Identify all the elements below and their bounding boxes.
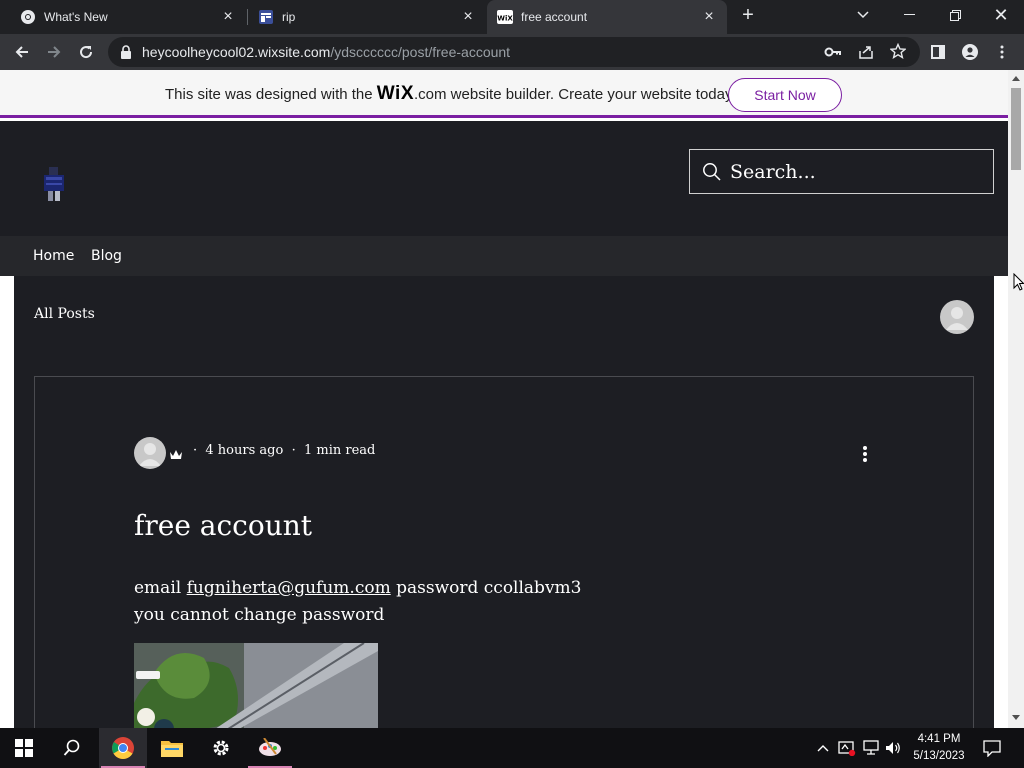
chevron-down-icon[interactable] [841,0,885,30]
close-tab-icon[interactable]: × [220,9,236,25]
close-window-button[interactable]: ✕ [979,0,1023,30]
address-bar[interactable]: heycoolheycool02.wixsite.com/ydscccccc/p… [108,37,920,67]
page-scrollbar[interactable] [1008,70,1024,728]
site-header [0,121,1008,236]
profile-icon[interactable] [956,38,984,66]
clock-time: 4:41 PM [917,733,961,745]
email-link[interactable]: fugniherta@gufum.com [187,578,391,598]
read-time: 1 min read [303,443,376,458]
tab-free-account[interactable]: WiX free account × [487,0,727,34]
nav-blog[interactable]: Blog [91,236,122,276]
blog-content: All Posts · 4 hours ago · 1 min read fre… [14,276,994,728]
tab-title: What's New [44,10,108,24]
security-alert-icon[interactable] [838,738,856,758]
site-nav: Home Blog [0,236,1008,276]
url-path: /ydscccccc/post/free-account [330,44,511,60]
reload-button[interactable] [72,38,100,66]
web-page: This site was designed with the WiX.com … [0,70,1008,728]
lock-icon[interactable] [120,45,132,64]
site-icon [258,9,274,25]
post-time: 4 hours ago [205,443,284,458]
url-text: heycoolheycool02.wixsite.com/ydscccccc/p… [142,37,510,67]
browser-toolbar: heycoolheycool02.wixsite.com/ydscccccc/p… [0,34,1024,70]
settings-gear-icon[interactable] [197,728,245,768]
tab-title: rip [282,10,296,24]
minimize-button[interactable] [887,0,931,30]
chrome-icon [20,9,36,25]
tab-strip: What's New × rip × WiX free account × + … [0,0,1024,34]
new-tab-button[interactable]: + [726,0,770,30]
scrollbar-thumb[interactable] [1011,88,1021,170]
crown-icon [169,447,183,465]
avatar[interactable] [940,300,974,334]
post-meta: · 4 hours ago · 1 min read [193,443,376,458]
clock-date: 5/13/2023 [913,750,965,762]
wix-banner-text-after: .com website builder. Create your websit… [414,86,736,103]
tab-rip[interactable]: rip × [248,0,486,34]
post-image[interactable] [134,643,378,728]
network-icon[interactable] [862,738,880,758]
more-actions-icon[interactable] [855,441,875,467]
wix-icon: WiX [497,9,513,25]
chevron-up-icon[interactable] [814,738,832,758]
url-domain: heycoolheycool02.wixsite.com [142,44,331,60]
forward-button[interactable] [40,38,68,66]
nav-home[interactable]: Home [33,236,74,276]
email-label: email [134,578,182,598]
volume-icon[interactable] [884,738,902,758]
close-tab-icon[interactable]: × [460,9,476,25]
search-box[interactable] [689,149,994,194]
side-panel-icon[interactable] [924,38,952,66]
tab-title: free account [521,10,588,24]
post-body: email fugniherta@gufum.com password ccol… [134,575,581,629]
search-icon [702,162,722,187]
post-card: · 4 hours ago · 1 min read free account … [34,376,974,728]
system-clock[interactable]: 4:41 PM 5/13/2023 [906,731,972,765]
chrome-taskbar-icon[interactable] [99,728,147,768]
key-icon[interactable] [824,44,842,65]
paint-app-icon[interactable] [246,728,294,768]
file-explorer-icon[interactable] [148,728,196,768]
menu-kebab-icon[interactable] [988,38,1016,66]
close-tab-icon[interactable]: × [701,9,717,25]
notification-icon[interactable] [982,738,1002,758]
author-avatar[interactable] [134,437,166,469]
site-logo[interactable] [40,165,68,205]
mouse-cursor-icon [1013,273,1024,291]
password-text: password ccollabvm3 [396,578,582,598]
bookmark-star-icon[interactable] [889,42,907,64]
wix-banner: This site was designed with the WiX.com … [0,70,1008,118]
share-icon[interactable] [858,44,874,65]
svg-text:WiX: WiX [497,15,513,23]
wix-banner-text: This site was designed with the WiX.com … [165,70,736,118]
tab-whats-new[interactable]: What's New × [0,0,246,34]
wix-banner-text-before: This site was designed with the [165,86,373,103]
windows-start-icon[interactable] [0,728,48,768]
all-posts-link[interactable]: All Posts [34,306,95,322]
wix-logo: WiX [376,83,414,104]
restore-button[interactable] [933,0,977,30]
post-body-line-2: you cannot change password [134,605,385,625]
back-button[interactable] [8,38,36,66]
start-now-button[interactable]: Start Now [728,78,842,112]
search-icon[interactable] [48,728,96,768]
search-input[interactable] [730,150,980,193]
post-title: free account [134,509,313,542]
windows-taskbar: 4:41 PM 5/13/2023 [0,728,1024,768]
